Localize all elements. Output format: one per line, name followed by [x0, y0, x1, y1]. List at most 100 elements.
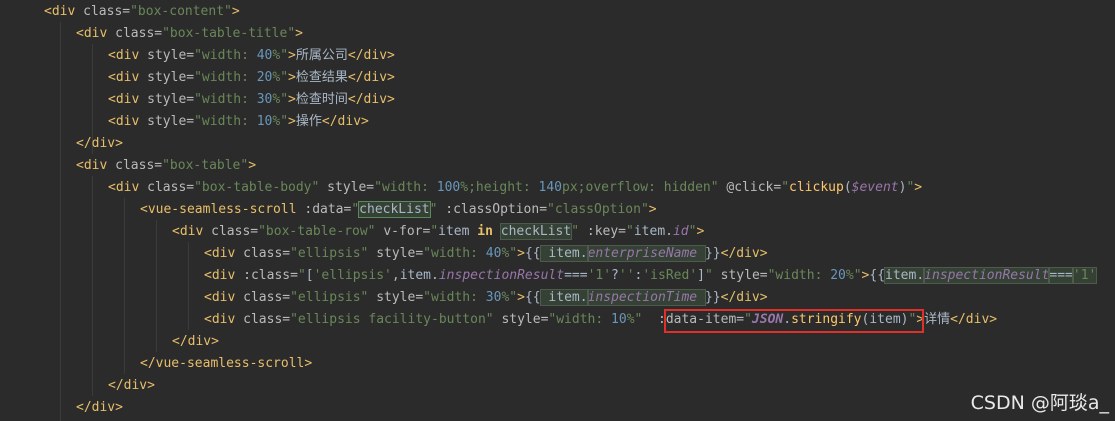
code-token: '1'	[1071, 267, 1098, 284]
code-token: <div	[172, 224, 212, 239]
code-token: style=	[376, 246, 424, 261]
code-token: style=	[720, 268, 768, 283]
code-token: style=	[147, 114, 195, 129]
code-line[interactable]: <div class="box-table-row" v-for="item i…	[0, 221, 1115, 243]
code-token: "box-table"	[162, 158, 249, 173]
highlight-annotation-box	[664, 309, 924, 333]
code-token: style=	[147, 48, 195, 63]
code-line[interactable]: </vue-seamless-scroll>	[0, 353, 1115, 375]
code-token: @click=	[726, 180, 782, 195]
code-token: %"	[272, 114, 289, 129]
code-line[interactable]: <div style="width: 10%">操作</div>	[0, 111, 1115, 133]
code-token: "width:	[374, 180, 437, 195]
code-token: '1'	[587, 268, 612, 283]
code-token: "box-table-row"	[258, 224, 384, 239]
code-token: class=	[83, 4, 131, 19]
code-token: 'isRed'	[642, 268, 698, 283]
code-token: :classOption=	[445, 202, 548, 217]
code-token: "width:	[767, 268, 831, 283]
code-token: 20	[256, 70, 273, 85]
code-token: class=	[115, 26, 163, 41]
code-token: "	[430, 224, 439, 239]
code-line[interactable]: <vue-seamless-scroll :data="checkList" :…	[0, 199, 1115, 221]
code-token: :class=	[243, 268, 298, 283]
code-token: </div>	[720, 246, 768, 261]
code-token: clickup	[789, 180, 844, 195]
code-line[interactable]: <div class="ellipsis" style="width: 40%"…	[0, 243, 1115, 265]
code-line[interactable]: </div>	[0, 331, 1115, 353]
code-line[interactable]: <div class="box-table-title">	[0, 23, 1115, 45]
code-line[interactable]: <div class="ellipsis facility-button" st…	[0, 309, 1115, 331]
code-token: ===	[1048, 267, 1074, 284]
code-line[interactable]: <div style="width: 40%">所属公司</div>	[0, 45, 1115, 67]
code-token: "	[781, 180, 790, 195]
code-token: 30	[485, 290, 502, 305]
code-token: <div	[44, 4, 84, 19]
code-token: class=	[243, 290, 291, 305]
code-token: enterpriseName	[586, 245, 706, 262]
code-token: <div	[204, 268, 244, 283]
code-line[interactable]: </div>	[0, 133, 1115, 155]
code-line[interactable]: <div style="width: 20%">检查结果</div>	[0, 67, 1115, 89]
code-token: <vue-seamless-scroll	[140, 202, 305, 217]
code-token: }}	[704, 246, 721, 261]
code-token: %"	[501, 246, 518, 261]
code-token: "width:	[194, 114, 257, 129]
code-token: px;overflow: hidden"	[562, 180, 727, 195]
code-token: checkList	[499, 223, 573, 240]
code-token: %"	[626, 312, 658, 327]
code-token: 详情	[924, 312, 951, 327]
code-token: inspectionResult	[923, 267, 1051, 284]
code-token: >	[288, 92, 296, 107]
watermark: CSDN @阿琰a_	[970, 392, 1109, 414]
code-token: <div	[204, 312, 244, 327]
code-token: %"	[501, 290, 518, 305]
code-line[interactable]: </div>	[0, 375, 1115, 397]
code-token: v-for=	[383, 224, 431, 239]
code-token: >	[696, 224, 705, 239]
code-token: <div	[108, 92, 148, 107]
code-token: $event	[851, 180, 899, 195]
code-token: "box-content"	[130, 4, 232, 19]
code-token: >	[517, 246, 525, 261]
code-token: item	[438, 224, 478, 239]
code-token: </vue-seamless-scroll>	[140, 356, 313, 371]
code-editor[interactable]: <div class="box-content"> <div class="box…	[0, 0, 1115, 421]
code-token: checkList	[358, 201, 431, 218]
code-token: :data=	[304, 202, 352, 217]
code-token: "width:	[194, 70, 257, 85]
code-token: ?	[611, 268, 619, 283]
code-token: <div	[108, 114, 148, 129]
code-token: <div	[204, 290, 244, 305]
code-line[interactable]: <div class="box-content">	[0, 1, 1115, 23]
code-token: >	[295, 26, 303, 41]
code-token: "width:	[194, 92, 257, 107]
code-token: [	[305, 268, 314, 283]
code-token: </div>	[347, 92, 395, 107]
code-token: 40	[256, 48, 273, 63]
code-token: %"	[272, 48, 289, 63]
code-token: 操作	[295, 114, 322, 129]
code-token: </div>	[172, 334, 219, 349]
code-token: "	[626, 224, 634, 239]
code-token: class=	[115, 158, 163, 173]
code-line[interactable]: </div>	[0, 397, 1115, 419]
code-line[interactable]: <div style="width: 30%">检查时间</div>	[0, 89, 1115, 111]
code-token: 20	[830, 268, 846, 283]
code-token: style=	[147, 70, 195, 85]
code-token: class=	[243, 246, 291, 261]
code-token: (	[843, 180, 852, 195]
code-line[interactable]: <div class="ellipsis" style="width: 30%"…	[0, 287, 1115, 309]
code-line[interactable]: <div class="box-table-body" style="width…	[0, 177, 1115, 199]
code-line[interactable]: <div class="box-table">	[0, 155, 1115, 177]
code-token: %"	[272, 92, 289, 107]
code-line[interactable]: <div :class="['ellipsis',item.inspection…	[0, 265, 1115, 287]
code-token: class=	[211, 224, 259, 239]
code-token: class=	[243, 312, 291, 327]
code-token: <div	[108, 70, 148, 85]
code-token: >	[231, 4, 240, 19]
code-token: <div	[76, 26, 116, 41]
code-token: <div	[108, 180, 148, 195]
code-token: "box-table-title"	[162, 26, 296, 41]
